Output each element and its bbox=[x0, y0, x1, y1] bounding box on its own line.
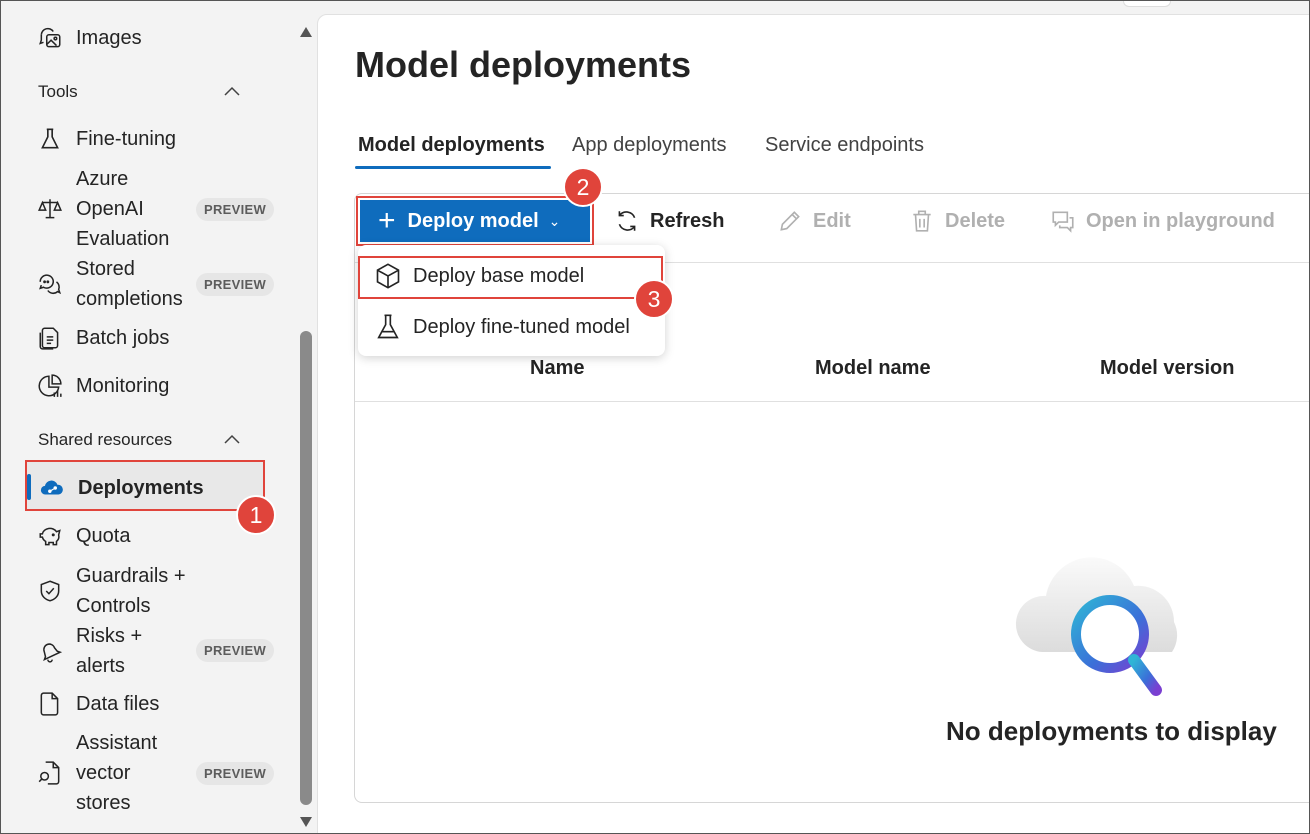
scales-icon bbox=[36, 195, 64, 223]
page-title: Model deployments bbox=[355, 44, 692, 85]
refresh-icon bbox=[618, 211, 636, 231]
document-batch-icon bbox=[36, 324, 64, 352]
pencil-icon bbox=[780, 211, 800, 231]
top-handle bbox=[1123, 0, 1171, 7]
piggy-bank-icon bbox=[36, 522, 64, 550]
sidebar-item-label-line: Controls bbox=[76, 595, 151, 617]
alert-bell-icon bbox=[36, 637, 64, 665]
scroll-up-arrow[interactable] bbox=[300, 27, 312, 37]
sidebar-item-data-files[interactable]: Data files bbox=[36, 690, 159, 718]
callout-1: 1 bbox=[236, 495, 276, 535]
callout-2: 2 bbox=[563, 167, 603, 207]
sidebar-item-label: Data files bbox=[76, 692, 160, 715]
sidebar-item-stored-completions[interactable]: Stored completions bbox=[36, 254, 183, 314]
preview-badge: PREVIEW bbox=[196, 198, 275, 221]
flask-icon bbox=[377, 314, 399, 339]
sidebar-item-label: Deployments bbox=[78, 476, 204, 499]
sidebar: Images Tools Fine-tuning Azure OpenAI Ev… bbox=[0, 0, 296, 834]
chart-pie-icon bbox=[36, 372, 64, 400]
chat-playground-icon bbox=[1052, 211, 1074, 233]
callout-3: 3 bbox=[634, 279, 674, 319]
trash-icon bbox=[913, 210, 931, 232]
edit-button[interactable]: Edit bbox=[777, 208, 851, 234]
scroll-down-arrow[interactable] bbox=[300, 817, 312, 827]
sidebar-item-fine-tuning[interactable]: Fine-tuning bbox=[36, 125, 176, 153]
sidebar-item-label-line: stores bbox=[76, 792, 131, 814]
column-header-name[interactable]: Name bbox=[530, 357, 584, 380]
shield-check-icon bbox=[36, 577, 64, 605]
sidebar-item-risks-alerts[interactable]: Risks + alerts bbox=[36, 621, 142, 681]
sidebar-item-label-line: vector bbox=[76, 762, 131, 784]
sidebar-item-label-line: Risks + bbox=[76, 625, 143, 647]
sidebar-item-label: Fine-tuning bbox=[76, 127, 177, 150]
column-header-model-name[interactable]: Model name bbox=[815, 357, 931, 380]
header-divider bbox=[355, 401, 1310, 402]
sidebar-item-label-line: completions bbox=[76, 288, 183, 310]
sidebar-item-label-line: Evaluation bbox=[76, 228, 170, 250]
delete-button[interactable]: Delete bbox=[909, 208, 1005, 234]
tools-section-header: Tools bbox=[38, 82, 78, 101]
sidebar-item-label-line: Azure bbox=[76, 168, 129, 190]
preview-badge: PREVIEW bbox=[196, 762, 275, 785]
delete-label: Delete bbox=[945, 209, 1006, 232]
cloud-deploy-icon bbox=[38, 474, 66, 502]
cloud-search-illustration bbox=[1015, 557, 1178, 696]
chevron-up-icon[interactable] bbox=[222, 430, 242, 450]
shared-resources-section-header: Shared resources bbox=[38, 430, 173, 449]
preview-badge: PREVIEW bbox=[196, 639, 275, 662]
image-chat-icon bbox=[36, 24, 64, 52]
sidebar-item-label: Quota bbox=[76, 524, 131, 547]
flask-icon bbox=[36, 125, 64, 153]
refresh-button[interactable]: Refresh bbox=[614, 208, 724, 234]
sidebar-item-label-line: OpenAI bbox=[76, 198, 144, 220]
document-search-icon bbox=[36, 759, 64, 787]
sidebar-item-label-line: Stored bbox=[76, 258, 135, 280]
refresh-label: Refresh bbox=[650, 209, 725, 232]
edit-label: Edit bbox=[813, 209, 851, 232]
sidebar-item-label-line: Assistant bbox=[76, 732, 158, 754]
column-header-model-version[interactable]: Model version bbox=[1100, 357, 1234, 380]
sidebar-item-images[interactable]: Images bbox=[36, 24, 142, 52]
sidebar-item-label-line: alerts bbox=[76, 655, 125, 677]
deploy-button-highlight-box bbox=[356, 196, 594, 246]
sidebar-item-label: Monitoring bbox=[76, 374, 170, 397]
document-icon bbox=[36, 690, 64, 718]
sidebar-item-monitoring[interactable]: Monitoring bbox=[36, 372, 169, 400]
empty-state-message: No deployments to display bbox=[946, 716, 1277, 746]
sidebar-item-deployments[interactable]: Deployments bbox=[38, 474, 204, 502]
sidebar-scrollbar-thumb[interactable] bbox=[300, 331, 312, 805]
deploy-base-model-highlight-box bbox=[358, 256, 663, 299]
sidebar-item-label-line: Guardrails + bbox=[76, 565, 186, 587]
sidebar-item-quota[interactable]: Quota bbox=[36, 522, 130, 550]
sidebar-item-guardrails-controls[interactable]: Guardrails + Controls bbox=[36, 561, 186, 621]
chat-multiple-icon bbox=[36, 270, 64, 298]
preview-badge: PREVIEW bbox=[196, 273, 275, 296]
open-in-playground-label: Open in playground bbox=[1086, 209, 1275, 232]
chevron-up-icon[interactable] bbox=[222, 82, 242, 102]
sidebar-item-label: Images bbox=[76, 26, 142, 49]
tab-service-endpoints[interactable]: Service endpoints bbox=[765, 134, 924, 157]
open-in-playground-button[interactable]: Open in playground bbox=[1050, 208, 1275, 234]
sidebar-item-azure-openai-evaluation[interactable]: Azure OpenAI Evaluation bbox=[36, 164, 169, 254]
menu-item-deploy-fine-tuned-model[interactable]: Deploy fine-tuned model bbox=[374, 313, 630, 341]
tab-app-deployments[interactable]: App deployments bbox=[572, 134, 727, 157]
sidebar-item-label: Batch jobs bbox=[76, 326, 170, 349]
tab-model-deployments[interactable]: Model deployments bbox=[358, 134, 545, 157]
selected-indicator bbox=[27, 474, 31, 500]
active-tab-indicator bbox=[355, 166, 551, 169]
sidebar-item-batch-jobs[interactable]: Batch jobs bbox=[36, 324, 169, 352]
sidebar-item-assistant-vector-stores[interactable]: Assistant vector stores bbox=[36, 728, 157, 818]
menu-item-label: Deploy fine-tuned model bbox=[413, 315, 630, 338]
